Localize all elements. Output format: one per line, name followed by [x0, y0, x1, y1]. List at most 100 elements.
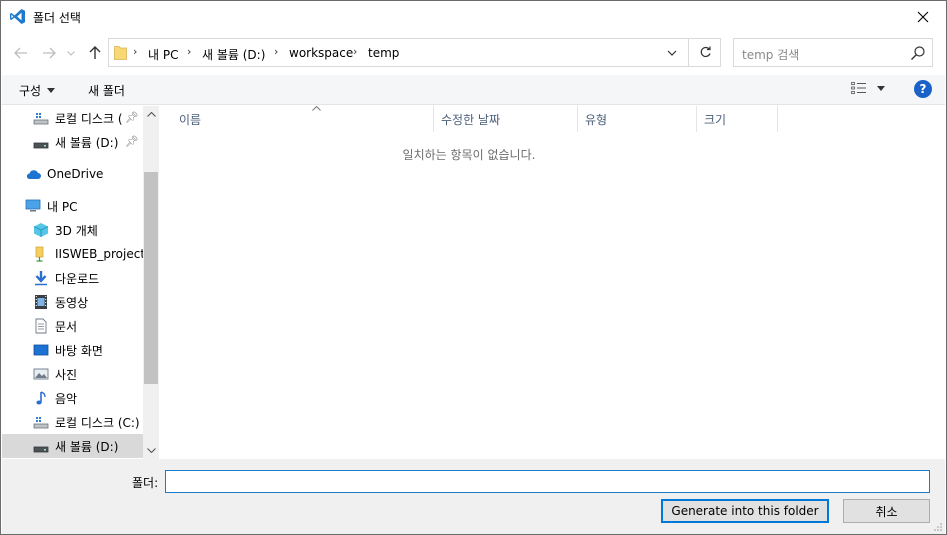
- breadcrumb-temp[interactable]: temp: [368, 46, 399, 60]
- organize-button[interactable]: 구성: [19, 82, 56, 99]
- nav-item-pictures[interactable]: 사진: [2, 362, 143, 386]
- vscode-icon: [10, 9, 25, 24]
- nav-item-onedrive[interactable]: OneDrive: [2, 162, 143, 186]
- column-header-name[interactable]: 이름: [172, 103, 434, 132]
- nav-item-music[interactable]: 음악: [2, 386, 143, 410]
- drive-icon: [33, 142, 49, 149]
- breadcrumb-separator[interactable]: ›: [133, 45, 137, 58]
- chevron-up-icon: [146, 112, 156, 117]
- nav-item-videos[interactable]: 동영상: [2, 290, 143, 314]
- caret-down-icon: [47, 88, 56, 93]
- title-bar[interactable]: 폴더 선택: [1, 1, 946, 33]
- file-list[interactable]: 이름 수정한 날짜 유형 크기 일치하는 항목이 없습니다.: [159, 103, 945, 459]
- help-button[interactable]: ?: [914, 80, 932, 98]
- nav-item-volume-d-pinned[interactable]: 새 볼륨 (D:) 📌︎: [2, 130, 143, 154]
- scroll-thumb[interactable]: [144, 172, 158, 384]
- recent-locations-button[interactable]: [64, 43, 78, 63]
- nav-item-label: 문서: [55, 319, 78, 334]
- folder-field-label: 폴더:: [132, 476, 159, 490]
- search-icon[interactable]: [910, 45, 926, 61]
- search-box[interactable]: temp 검색: [733, 38, 933, 67]
- breadcrumb-my-pc[interactable]: 내 PC: [148, 46, 178, 63]
- nav-item-label: 로컬 디스크 (: [55, 111, 123, 126]
- column-header-label: 이름: [179, 113, 202, 127]
- address-bar[interactable]: › 내 PC › 새 볼륨 (D:) › workspace › temp: [108, 38, 721, 67]
- nav-item-label: 다운로드: [55, 271, 100, 286]
- arrow-right-icon: [43, 47, 56, 59]
- nav-item-3d-objects[interactable]: 3D 개체: [2, 218, 143, 242]
- scroll-up-button[interactable]: [143, 106, 159, 123]
- close-button[interactable]: [900, 1, 946, 32]
- resize-grip-icon[interactable]: [933, 522, 943, 532]
- column-header-label: 수정한 날짜: [441, 113, 501, 127]
- column-header-label: 유형: [585, 113, 608, 127]
- organize-label: 구성: [19, 84, 42, 98]
- drive-icon: [33, 417, 49, 429]
- desktop-icon: [33, 344, 49, 356]
- nav-item-label: 사진: [55, 367, 78, 382]
- drive-icon: [33, 446, 49, 453]
- breadcrumb-volume-d[interactable]: 새 볼륨 (D:): [202, 46, 265, 63]
- column-header-date-modified[interactable]: 수정한 날짜: [434, 106, 578, 132]
- navigation-pane: 로컬 디스크 ( 📌︎ 새 볼륨 (D:) 📌︎ OneDrive 내 PC 3…: [2, 106, 159, 459]
- column-header-type[interactable]: 유형: [578, 106, 697, 132]
- address-history-dropdown[interactable]: [660, 38, 684, 67]
- music-icon: [36, 391, 46, 405]
- arrow-up-icon: [89, 46, 101, 59]
- breadcrumb-workspace[interactable]: workspace: [289, 46, 353, 60]
- nav-item-documents[interactable]: 문서: [2, 314, 143, 338]
- nav-scrollbar[interactable]: [143, 106, 159, 459]
- change-view-button[interactable]: [851, 82, 885, 94]
- nav-item-desktop[interactable]: 바탕 화면: [2, 338, 143, 362]
- arrow-left-icon: [14, 47, 27, 59]
- nav-item-label: 내 PC: [47, 199, 78, 214]
- sort-ascending-icon: [312, 103, 321, 114]
- nav-item-label: 새 볼륨 (D:): [55, 439, 119, 454]
- nav-item-iisweb-project[interactable]: IISWEB_project(2: [2, 242, 157, 266]
- breadcrumb-separator[interactable]: ›: [274, 45, 278, 58]
- scroll-down-button[interactable]: [143, 442, 159, 459]
- nav-item-my-pc[interactable]: 내 PC: [2, 194, 143, 218]
- window-title: 폴더 선택: [33, 11, 81, 25]
- cube-icon: [33, 223, 49, 237]
- refresh-button[interactable]: [688, 38, 721, 67]
- forward-button[interactable]: [39, 43, 59, 63]
- chevron-down-icon: [667, 50, 677, 56]
- up-button[interactable]: [85, 43, 105, 63]
- nav-item-label: IISWEB_project(2: [55, 247, 158, 261]
- video-icon: [35, 295, 47, 309]
- close-icon: [917, 11, 929, 22]
- pin-icon: 📌︎: [125, 135, 139, 148]
- breadcrumb-separator[interactable]: ›: [187, 45, 191, 58]
- nav-item-local-disk-c[interactable]: 로컬 디스크 (C:): [2, 410, 143, 434]
- folder-icon: [114, 46, 127, 60]
- details-view-icon: [851, 82, 866, 94]
- folder-name-input[interactable]: [165, 470, 930, 493]
- generate-into-folder-button[interactable]: Generate into this folder: [661, 499, 829, 523]
- refresh-icon: [700, 46, 711, 58]
- back-button[interactable]: [11, 43, 31, 63]
- nav-item-label: 로컬 디스크 (C:): [55, 415, 140, 430]
- nav-item-label: 동영상: [55, 295, 89, 310]
- nav-item-downloads[interactable]: 다운로드: [2, 266, 143, 290]
- nav-item-label: 새 볼륨 (D:): [55, 135, 119, 150]
- nav-item-label: OneDrive: [47, 167, 104, 181]
- nav-item-label: 바탕 화면: [55, 343, 103, 358]
- breadcrumb-separator[interactable]: ›: [353, 45, 357, 58]
- nav-item-label: 3D 개체: [55, 223, 98, 238]
- column-header-size[interactable]: 크기: [697, 106, 778, 132]
- drive-icon: [33, 113, 49, 125]
- picture-icon: [33, 368, 49, 380]
- nav-item-local-disk[interactable]: 로컬 디스크 ( 📌︎: [2, 106, 143, 130]
- nav-item-label: 음악: [55, 391, 78, 406]
- cloud-icon: [26, 170, 41, 179]
- nav-item-volume-d[interactable]: 새 볼륨 (D:): [2, 434, 143, 458]
- cancel-button[interactable]: 취소: [843, 499, 930, 523]
- dialog-footer: 폴더: Generate into this folder 취소: [2, 459, 945, 534]
- chevron-down-icon: [67, 50, 75, 56]
- search-placeholder: temp 검색: [742, 48, 800, 62]
- command-bar: 구성 새 폴더 ?: [2, 75, 945, 105]
- pin-icon: 📌︎: [125, 111, 139, 124]
- chevron-down-icon: [146, 448, 156, 453]
- new-folder-button[interactable]: 새 폴더: [88, 82, 125, 99]
